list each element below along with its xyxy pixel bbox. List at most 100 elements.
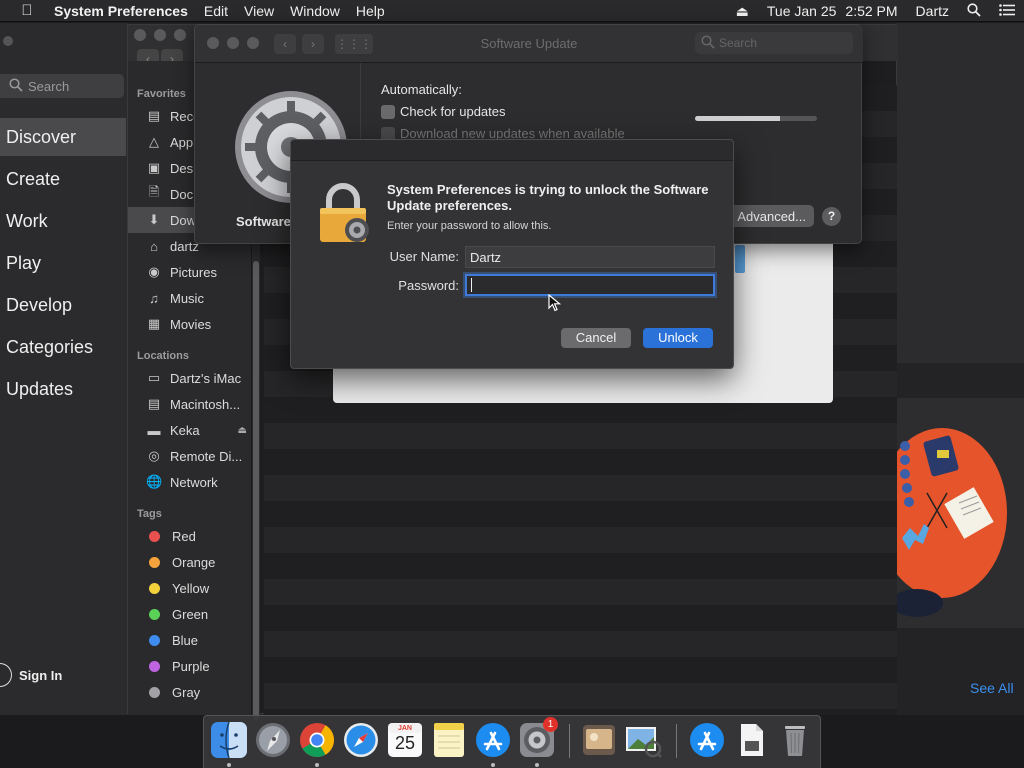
unlock-button[interactable]: Unlock <box>643 328 713 348</box>
menu-window[interactable]: Window <box>282 3 348 19</box>
sidebar-item-keka[interactable]: ▬ Keka ⏏ <box>128 417 252 443</box>
cancel-button[interactable]: Cancel <box>561 328 631 348</box>
sidebar-item-music[interactable]: ♫ Music <box>128 285 252 311</box>
nav-create[interactable]: Create <box>0 160 126 198</box>
checkbox-label: Check for updates <box>400 104 506 119</box>
tag-dot-icon <box>149 686 160 698</box>
dock: JAN 25 1 <box>203 715 821 768</box>
app-store-icon[interactable] <box>474 721 512 761</box>
sidebar-item-movies[interactable]: ▦ Movies <box>128 311 252 337</box>
sidebar-item-imac[interactable]: ▭ Dartz's iMac <box>128 365 252 391</box>
menu-time[interactable]: 2:52 PM <box>845 3 906 19</box>
eject-menu-icon[interactable]: ⏏ <box>727 3 758 20</box>
menu-view[interactable]: View <box>236 3 282 19</box>
username-label: User Name: <box>389 249 459 264</box>
nav-discover[interactable]: Discover <box>0 118 126 156</box>
scrollbar-thumb[interactable] <box>253 261 259 721</box>
tag-gray[interactable]: Gray <box>128 679 252 705</box>
finder-icon[interactable] <box>210 721 248 761</box>
disk-icon: ▬ <box>147 422 161 438</box>
tag-dot-icon <box>149 530 160 542</box>
featured-artwork[interactable] <box>897 398 1024 628</box>
check-for-updates-checkbox[interactable]: Check for updates <box>381 104 506 119</box>
clock-icon: ▤ <box>147 108 161 123</box>
nav-work[interactable]: Work <box>0 202 126 240</box>
mouse-cursor-icon <box>548 293 562 315</box>
window-minimize-button[interactable] <box>154 29 166 41</box>
sign-in-button[interactable]: Sign In <box>0 663 62 687</box>
sidebar-item-remote-disc[interactable]: ◎ Remote Di... <box>128 443 252 469</box>
sign-in-label: Sign In <box>19 667 63 683</box>
film-icon: ▦ <box>147 316 161 331</box>
calendar-icon[interactable]: JAN 25 <box>386 721 424 761</box>
window-zoom-button[interactable] <box>174 29 186 41</box>
nav-updates[interactable]: Updates <box>0 370 126 408</box>
tag-yellow[interactable]: Yellow <box>128 575 252 601</box>
notification-center-icon[interactable] <box>990 3 1024 19</box>
nav-play[interactable]: Play <box>0 244 126 282</box>
dock-separator <box>676 724 677 758</box>
menu-user[interactable]: Dartz <box>907 3 958 19</box>
trash-icon[interactable] <box>776 721 814 761</box>
checkbox-box[interactable] <box>381 104 395 119</box>
menu-bar:  System Preferences Edit View Window He… <box>0 0 1024 22</box>
preferences-search-field[interactable]: Search <box>695 32 853 54</box>
system-preferences-icon[interactable]: 1 <box>518 717 558 761</box>
search-icon <box>701 35 715 52</box>
tag-dot-icon <box>149 608 160 620</box>
network-icon: 🌐 <box>146 474 163 489</box>
password-label: Password: <box>398 278 459 293</box>
see-all-link[interactable]: See All <box>970 680 1014 696</box>
menu-app-name[interactable]: System Preferences <box>54 3 196 19</box>
home-icon: ⌂ <box>150 238 158 254</box>
advanced-button[interactable]: Advanced... <box>722 205 814 227</box>
notes-icon[interactable] <box>430 721 468 761</box>
nav-categories[interactable]: Categories <box>0 328 126 366</box>
window-close-button[interactable] <box>3 36 13 46</box>
tag-blue[interactable]: Blue <box>128 627 252 653</box>
text-caret <box>471 278 472 292</box>
image-viewer-icon[interactable] <box>624 721 662 761</box>
automatically-label: Automatically: <box>381 82 462 97</box>
remote-disc-icon: ◎ <box>148 448 160 463</box>
menu-date[interactable]: Tue Jan 25 <box>758 3 846 19</box>
sidebar-item-network[interactable]: 🌐 Network <box>128 469 252 495</box>
tag-red[interactable]: Red <box>128 523 252 549</box>
tag-dot-icon <box>149 556 160 568</box>
safari-icon[interactable] <box>342 721 380 761</box>
chrome-icon[interactable] <box>298 721 336 761</box>
help-button[interactable]: ? <box>822 207 841 226</box>
applications-icon: △ <box>149 134 159 149</box>
launchpad-icon[interactable] <box>254 721 292 761</box>
app-store-download-icon[interactable] <box>688 721 726 761</box>
sidebar-item-macintosh-hd[interactable]: ▤ Macintosh... <box>128 391 252 417</box>
camera-icon: ◉ <box>148 264 160 279</box>
imac-icon: ▭ <box>147 370 161 385</box>
menu-edit[interactable]: Edit <box>196 3 236 19</box>
tag-purple[interactable]: Purple <box>128 653 252 679</box>
running-indicator <box>491 763 495 767</box>
favorites-header: Favorites <box>137 88 186 100</box>
running-indicator <box>227 763 231 767</box>
workspace-illustration-icon <box>897 435 994 617</box>
featured-panel <box>897 23 1024 363</box>
tag-green[interactable]: Green <box>128 601 252 627</box>
preview-icon[interactable] <box>580 721 618 761</box>
document-icon: 🗎 <box>148 184 160 199</box>
lock-icon <box>317 182 373 247</box>
password-field[interactable] <box>465 274 715 296</box>
search-placeholder: Search <box>28 78 70 94</box>
apple-menu-icon[interactable]:  <box>0 2 54 19</box>
window-close-button[interactable] <box>134 29 146 41</box>
tag-orange[interactable]: Orange <box>128 549 252 575</box>
nav-develop[interactable]: Develop <box>0 286 126 324</box>
document-icon[interactable] <box>732 721 770 761</box>
app-store-search-field[interactable]: Search <box>0 74 124 98</box>
eject-icon[interactable]: ⏏ <box>238 425 247 436</box>
spotlight-icon[interactable] <box>958 2 990 20</box>
menu-help[interactable]: Help <box>348 3 393 19</box>
locations-header: Locations <box>137 350 189 362</box>
sidebar-item-pictures[interactable]: ◉ Pictures <box>128 259 252 285</box>
music-icon: ♫ <box>149 290 159 306</box>
username-field[interactable]: Dartz <box>465 246 715 268</box>
